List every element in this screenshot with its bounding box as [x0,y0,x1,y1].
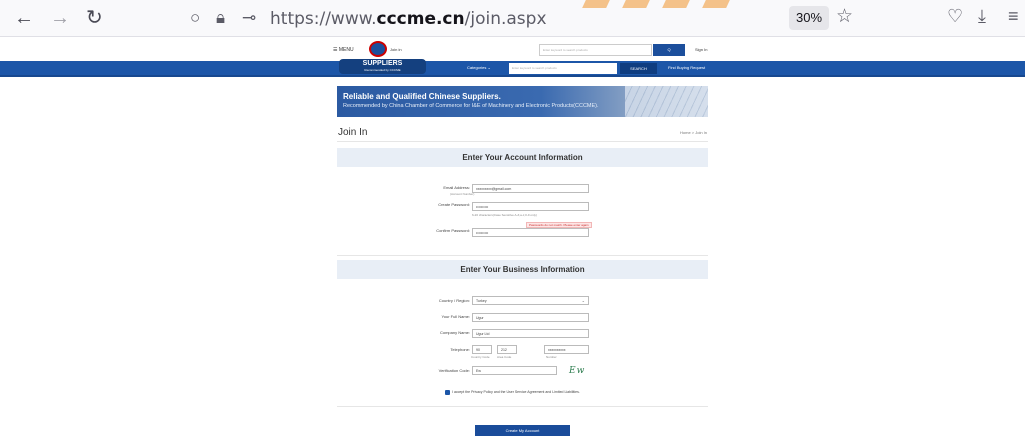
country-select[interactable]: Turkey ⌄ [472,296,589,305]
orange-decoration [582,0,610,8]
categories-dropdown[interactable]: Categories ⌄ [467,65,491,70]
back-icon[interactable]: ← [14,6,34,30]
orange-decoration [662,0,690,8]
download-icon[interactable]: ⤓ [978,6,986,27]
account-section-heading: Enter Your Account Information [337,148,708,167]
page-title: Join In [338,127,368,138]
cccme-logo[interactable] [369,41,387,57]
verification-label: Verification Code: [438,368,470,373]
email-field[interactable]: xxxxxxxxx@gmail.com [472,184,589,193]
reload-icon[interactable]: ↻ [86,6,103,30]
agreement-text[interactable]: I accept the Privacy Policy and the User… [452,390,580,394]
captcha-image[interactable]: Ew [569,366,585,376]
keyboard-image [625,86,708,117]
banner-subtitle: Recommended by China Chamber of Commerce… [343,103,599,109]
zoom-level[interactable]: 30% [789,6,829,30]
join-link[interactable]: Join in [390,47,402,52]
top-search-button[interactable]: Q [653,44,685,56]
company-name-field[interactable]: Ugur Ltd [472,329,589,338]
url-text[interactable]: https://www.cccme.cn/join.aspx [270,9,547,29]
phone-country-code-field[interactable]: 90 [472,345,492,354]
top-search-input[interactable]: Enter keyword to search products [539,44,652,56]
find-buying-request-link[interactable]: Find Buying Request [668,65,705,70]
verification-code-field[interactable]: Ew [472,366,557,375]
chevron-down-icon: ⌄ [581,298,585,303]
full-name-field[interactable]: Ugur [472,313,589,322]
suppliers-logo[interactable]: SUPPLIERS Recommended by CCCME [339,59,426,74]
phone-area-hint: Area Code [497,355,512,359]
bookmark-star-icon[interactable]: ☆ [836,5,853,28]
menu-button[interactable]: ☰ MENU [333,47,354,53]
email-sub-label: (Account Number) [450,192,475,196]
key-icon[interactable]: ⊸ [242,8,256,28]
agreement-checkbox[interactable] [445,390,450,395]
breadcrumb[interactable]: Home > Join In [680,130,707,135]
phone-number-field[interactable]: xxxxxxxxxx [544,345,589,354]
product-search-input[interactable]: Enter keyword to search products [509,63,617,74]
full-name-label: Your Full Name: [441,314,470,319]
menu-icon[interactable]: ≡ [1008,6,1019,27]
phone-country-hint: Country Code [471,355,490,359]
forward-icon[interactable]: → [50,6,70,30]
confirm-password-label: Confirm Password: [436,228,470,233]
country-label: Country / Region: [438,298,470,303]
browser-toolbar: ← → ↻ ○ 🔒︎ ⊸ https://www.cccme.cn/join.a… [0,0,1025,37]
banner-title: Reliable and Qualified Chinese Suppliers… [343,92,501,101]
pocket-icon[interactable]: ♡ [947,6,963,27]
business-section-heading: Enter Your Business Information [337,260,708,279]
shield-icon[interactable]: ○ [190,8,200,28]
phone-area-code-field[interactable]: 212 [497,345,517,354]
search-button[interactable]: SEARCH [620,63,657,74]
sign-in-link[interactable]: Sign In [695,47,707,52]
confirm-password-field[interactable]: •••••••••• [472,228,589,237]
email-label: Email Address: [443,185,470,190]
url-bar[interactable]: ○ 🔒︎ ⊸ https://www.cccme.cn/join.aspx [186,4,866,34]
divider [337,141,708,142]
divider [337,255,708,256]
divider [337,406,708,407]
lock-icon[interactable]: 🔒︎ [216,8,225,28]
company-name-label: Company Name: [439,330,470,335]
phone-number-hint: Number [546,355,557,359]
password-hint: 6-20 characters(Case Sensitive A-Z,a-z,0… [472,213,537,217]
telephone-label: Telephone: [450,347,470,352]
orange-decoration [622,0,650,8]
orange-decoration [702,0,730,8]
create-account-button[interactable]: Create My Account [475,425,570,436]
site-top-strip: ☰ MENU Join in Enter keyword to search p… [333,41,715,61]
create-password-field[interactable]: •••••••••• [472,202,589,211]
password-label: Create Password: [438,202,470,207]
